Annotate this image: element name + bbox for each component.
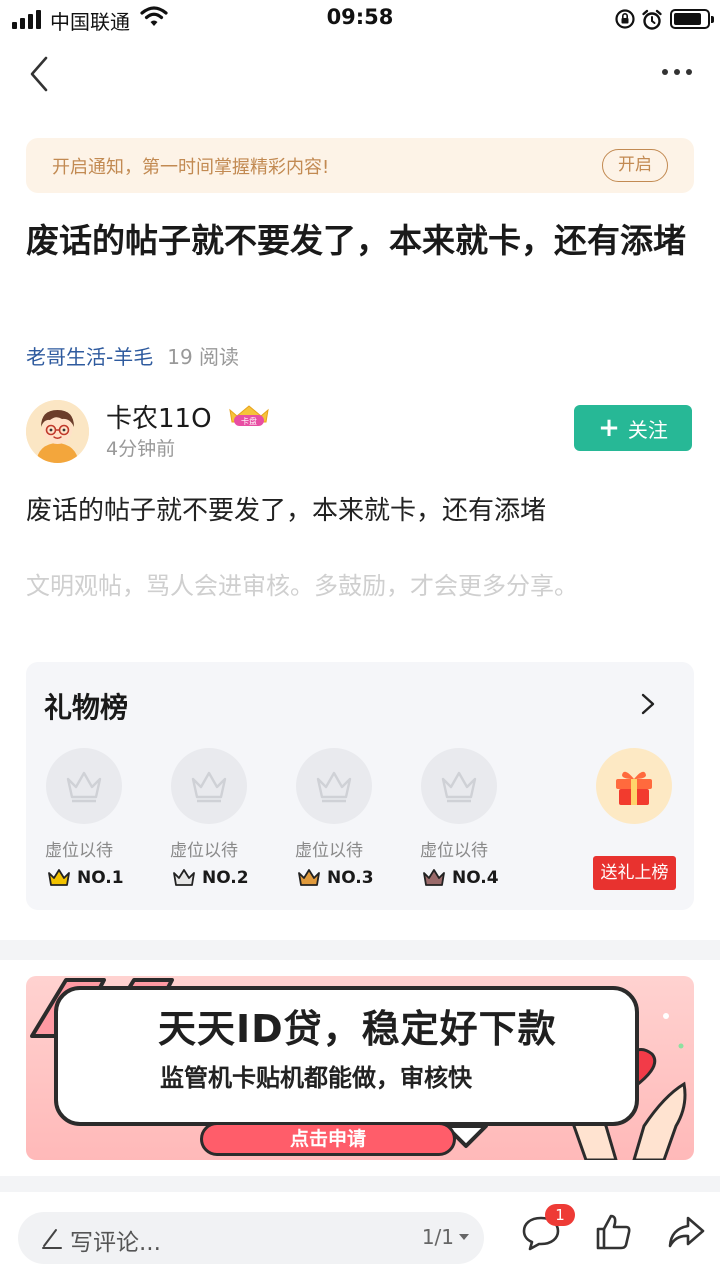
thumbs-up-icon[interactable] [594, 1212, 634, 1252]
battery-icon [670, 9, 714, 29]
slot-placeholder-label: 虚位以待 [45, 841, 113, 861]
ad-banner[interactable]: 天天ID贷，稳定好下款 监管机卡贴机都能做，审核快 点击申请 [26, 976, 694, 1160]
avatar[interactable] [26, 400, 89, 463]
avatar-illustration [26, 400, 89, 463]
crown-outline-icon [316, 771, 352, 803]
notification-banner: 开启通知，第一时间掌握精彩内容! 开启 [26, 138, 694, 193]
rank-number: NO.1 [77, 868, 124, 888]
gift-slot-1[interactable]: 虚位以待 NO.1 [43, 748, 133, 888]
slot-placeholder-label: 虚位以待 [420, 841, 488, 861]
post-meta: 老哥生活-羊毛 19 阅读 [26, 341, 239, 370]
comment-placeholder: 写评论... [70, 1230, 161, 1256]
post-time: 4分钟前 [106, 438, 176, 460]
empty-slot-circle [296, 748, 372, 824]
page-indicator[interactable]: 1/1 [422, 1225, 470, 1249]
crown-outline-icon [441, 771, 477, 803]
alarm-icon [642, 9, 662, 30]
empty-slot-circle [46, 748, 122, 824]
rank-number: NO.4 [452, 868, 499, 888]
notification-text: 开启通知，第一时间掌握精彩内容! [52, 157, 330, 178]
bronze-crown-icon [298, 869, 320, 886]
ad-headline: 天天ID贷，稳定好下款 [158, 1007, 557, 1051]
caret-down-icon [459, 1234, 469, 1240]
crown-badge-icon: 卡盘 [229, 405, 269, 426]
gift-box-button[interactable] [596, 748, 672, 824]
page-indicator-text: 1/1 [421, 1225, 454, 1249]
rank-label: NO.3 [297, 868, 374, 888]
crown-outline-icon [191, 771, 227, 803]
status-time: 09:58 [326, 5, 394, 29]
gift-slot-4[interactable]: 虚位以待 NO.4 [418, 748, 508, 888]
chevron-right-icon[interactable] [640, 692, 656, 716]
more-options-icon[interactable] [660, 60, 694, 84]
gift-board: 礼物榜 虚位以待 NO.1 虚位以待 NO.2 虚位以待 NO.3 虚位以待 N… [26, 662, 694, 910]
bottom-action-bar: 写评论... 1/1 1 [0, 1192, 720, 1280]
gift-icon [616, 771, 652, 805]
section-divider [0, 1176, 720, 1192]
ad-subline: 监管机卡贴机都能做，审核快 [160, 1064, 472, 1092]
ad-apply-button[interactable]: 点击申请 [200, 1122, 456, 1156]
battery-level-fill [674, 13, 702, 25]
back-icon[interactable] [24, 54, 58, 94]
group-link[interactable]: 老哥生活-羊毛 [26, 345, 153, 369]
enable-notification-button[interactable]: 开启 [602, 149, 668, 182]
silver-crown-icon [173, 869, 195, 886]
slot-placeholder-label: 虚位以待 [170, 841, 238, 861]
gold-crown-icon [48, 869, 70, 886]
slot-placeholder-label: 虚位以待 [295, 841, 363, 861]
comment-input[interactable]: 写评论... 1/1 [18, 1212, 484, 1264]
pen-icon [42, 1229, 62, 1249]
rank-number: NO.3 [327, 868, 374, 888]
rotation-lock-icon [615, 9, 635, 29]
send-gift-button[interactable]: 送礼上榜 [593, 856, 676, 890]
gift-board-title: 礼物榜 [44, 691, 129, 724]
read-count: 19 阅读 [167, 345, 240, 369]
badge-label: 卡盘 [241, 416, 257, 426]
status-bar: 中国联通 09:58 [0, 0, 720, 38]
gift-slot-3[interactable]: 虚位以待 NO.3 [293, 748, 383, 888]
gift-slot-2[interactable]: 虚位以待 NO.2 [168, 748, 258, 888]
rank-label: NO.4 [422, 868, 499, 888]
empty-slot-circle [171, 748, 247, 824]
follow-button[interactable]: + 关注 [574, 405, 692, 451]
rank-number: NO.2 [202, 868, 249, 888]
post-body: 废话的帖子就不要发了，本来就卡，还有添堵 [26, 496, 547, 526]
dark-crown-icon [423, 869, 445, 886]
share-icon[interactable] [666, 1212, 706, 1252]
post-title: 废话的帖子就不要发了，本来就卡，还有添堵 [26, 221, 686, 260]
rank-label: NO.2 [172, 868, 249, 888]
comment-count-badge: 1 [545, 1204, 575, 1226]
rank-label: NO.1 [47, 868, 124, 888]
civility-hint: 文明观帖，骂人会进审核。多鼓励，才会更多分享。 [26, 572, 578, 600]
section-divider [0, 940, 720, 960]
plus-icon: + [598, 413, 620, 443]
crown-outline-icon [66, 771, 102, 803]
empty-slot-circle [421, 748, 497, 824]
follow-label: 关注 [627, 417, 668, 442]
author-name[interactable]: 卡农11O [106, 398, 212, 435]
